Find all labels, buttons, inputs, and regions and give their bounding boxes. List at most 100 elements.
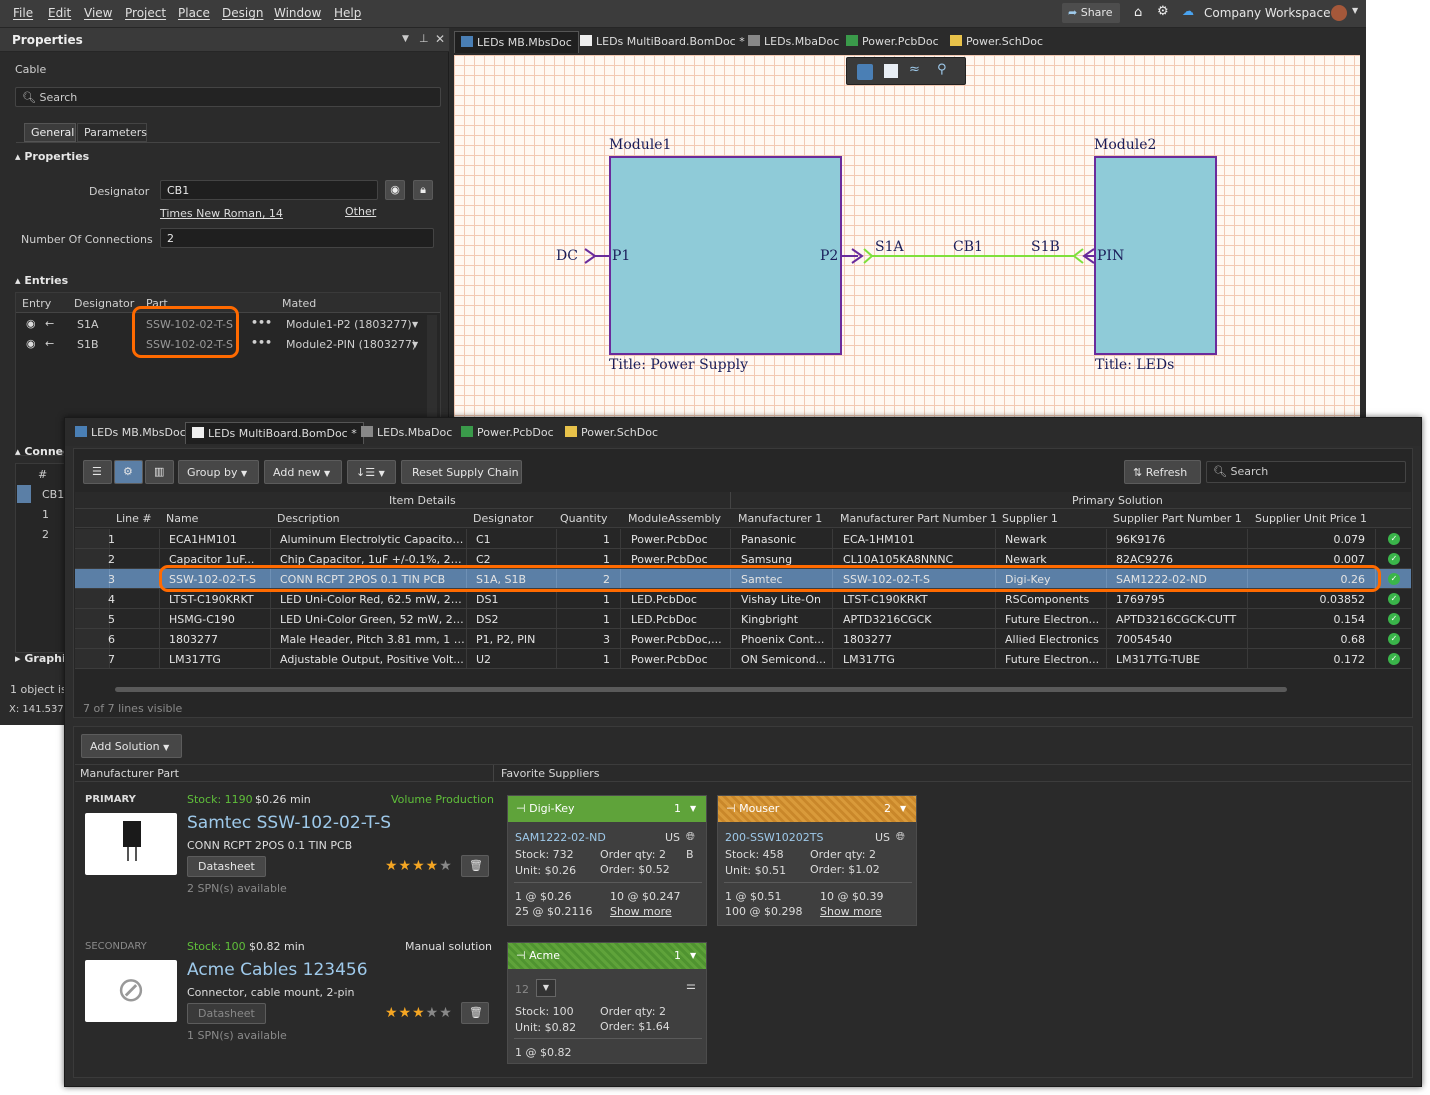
pin-icon[interactable]: ⊥	[419, 32, 429, 45]
show-more-link[interactable]: Show more	[820, 905, 882, 918]
section-properties-header[interactable]: ▴ Properties	[15, 150, 89, 163]
col-supplier[interactable]: Supplier 1	[1002, 512, 1058, 525]
trash-icon[interactable]: 🗑︎	[461, 1002, 489, 1024]
font-link[interactable]: Times New Roman, 14	[160, 207, 283, 220]
tab-mba[interactable]: LEDs.MbaDoc	[742, 31, 845, 53]
col-module-assembly[interactable]: ModuleAssembly	[628, 512, 721, 525]
table-row[interactable]: 4 LTST-C190KRKT LED Uni-Color Red, 62.5 mW…	[75, 589, 1411, 609]
gear-icon[interactable]: ⚙	[1157, 4, 1169, 19]
tab-mbs[interactable]: LEDs MB.MbsDoc	[69, 422, 192, 444]
supplier-card-digikey[interactable]: ⊣ Digi-Key 1 ▼ SAM1222-02-ND US 🌐︎ Stock…	[507, 795, 707, 926]
supplier-part-number[interactable]: 200-SSW10202TS	[725, 831, 824, 844]
close-icon[interactable]: ✕	[435, 32, 445, 46]
menu-design[interactable]: Design	[222, 6, 263, 20]
lock-icon[interactable]: 🔒︎	[413, 180, 433, 200]
chevron-down-icon[interactable]: ▼	[690, 951, 696, 960]
col-quantity[interactable]: Quantity	[560, 512, 608, 525]
rating-stars[interactable]: ★★★★★	[385, 858, 453, 874]
chevron-down-icon[interactable]: ▼	[412, 340, 418, 349]
home-icon[interactable]: ⌂	[1134, 5, 1142, 20]
supplier-part-number[interactable]: SAM1222-02-ND	[515, 831, 606, 844]
table-row[interactable]: 6 1803277 Male Header, Pitch 3.81 mm, 1 x.…	[75, 629, 1411, 649]
refresh-button[interactable]: ⇅ Refresh	[1124, 460, 1201, 484]
menu-help[interactable]: Help	[334, 6, 361, 20]
chevron-down-icon[interactable]: ▼	[1352, 6, 1358, 15]
chevron-down-icon[interactable]: ▼	[690, 804, 696, 813]
cable-cb1[interactable]	[863, 248, 1084, 264]
eye-icon[interactable]: ◉	[26, 317, 36, 330]
add-new-button[interactable]: Add new ▼	[264, 460, 342, 484]
menu-edit[interactable]: Edit	[48, 6, 71, 20]
menu-file[interactable]: File	[13, 6, 33, 20]
tab-general[interactable]: General	[24, 123, 76, 142]
part-title[interactable]: Acme Cables 123456	[187, 960, 368, 980]
group-by-button[interactable]: Group by ▼	[178, 460, 259, 484]
tab-bom[interactable]: LEDs MultiBoard.BomDoc *	[574, 31, 751, 53]
sort-icon[interactable]: ↓☰ ▼	[347, 460, 396, 484]
chevron-down-icon[interactable]: ▼	[412, 320, 418, 329]
section-connections-header[interactable]: ▴ Connec	[15, 445, 70, 458]
chart-view-icon[interactable]: ▥	[145, 460, 174, 484]
bom-search-input[interactable]: 🔍︎ Search	[1206, 461, 1406, 483]
chevron-down-icon[interactable]: ▼	[900, 804, 906, 813]
reset-supply-chain-button[interactable]: Reset Supply Chain	[401, 460, 522, 484]
other-link[interactable]: Other	[345, 205, 376, 218]
entry-mated[interactable]: Module2-PIN (1803277)	[286, 338, 416, 351]
trash-icon[interactable]: 🗑︎	[461, 855, 489, 877]
col-unit-price[interactable]: Supplier Unit Price 1	[1255, 512, 1367, 525]
menu-project[interactable]: Project	[125, 6, 166, 20]
rating-stars[interactable]: ★★★★★	[385, 1005, 453, 1021]
eye-icon[interactable]: ◉	[26, 337, 36, 350]
tab-bom[interactable]: LEDs MultiBoard.BomDoc *	[185, 422, 364, 444]
table-row[interactable]: 5 HSMG-C190 LED Uni-Color Green, 52 mW, 20…	[75, 609, 1411, 629]
tab-parameters[interactable]: Parameters	[77, 123, 147, 142]
workspace-name[interactable]: Company Workspace	[1204, 6, 1331, 20]
row-selector[interactable]	[17, 485, 31, 503]
tab-mbs[interactable]: LEDs MB.MbsDoc	[454, 31, 579, 53]
panel-menu-icon[interactable]: ▼	[402, 34, 409, 44]
horizontal-scrollbar[interactable]	[115, 687, 1287, 692]
tab-sch[interactable]: Power.SchDoc	[944, 31, 1049, 53]
connection-row[interactable]: 2	[42, 528, 49, 541]
connection-cable[interactable]: CB1	[42, 488, 64, 501]
more-icon[interactable]: •••	[251, 336, 272, 349]
connections-field[interactable]: 2	[160, 228, 434, 248]
tab-mba[interactable]: LEDs.MbaDoc	[355, 422, 458, 444]
share-button[interactable]: ➦ Share	[1062, 3, 1120, 23]
tab-sch[interactable]: Power.SchDoc	[559, 422, 664, 444]
table-row[interactable]: 1 ECA1HM101 Aluminum Electrolytic Capacito…	[75, 529, 1411, 549]
tab-pcb[interactable]: Power.PcbDoc	[455, 422, 560, 444]
avatar[interactable]	[1331, 5, 1347, 21]
menu-view[interactable]: View	[84, 6, 112, 20]
connection-row[interactable]: 1	[42, 508, 49, 521]
more-icon[interactable]: •••	[251, 316, 272, 329]
show-more-link[interactable]: Show more	[610, 905, 672, 918]
section-entries-header[interactable]: ▴ Entries	[15, 274, 68, 287]
list-view-icon[interactable]: ☰	[83, 460, 112, 484]
add-solution-button[interactable]: Add Solution ▼	[81, 734, 182, 758]
quantity-dropdown[interactable]: ▼	[536, 979, 556, 997]
properties-search[interactable]: 🔍︎ Search	[15, 87, 441, 107]
col-description[interactable]: Description	[277, 512, 340, 525]
table-row[interactable]: 7 LM317TG Adjustable Output, Positive Volt…	[75, 649, 1411, 669]
col-name[interactable]: Name	[166, 512, 198, 525]
col-line[interactable]: Line #	[116, 512, 152, 525]
col-spn[interactable]: Supplier Part Number 1	[1113, 512, 1242, 525]
col-designator[interactable]: Designator	[473, 512, 533, 525]
col-mpn[interactable]: Manufacturer Part Number 1	[840, 512, 997, 525]
tab-pcb[interactable]: Power.PcbDoc	[840, 31, 945, 53]
col-manufacturer[interactable]: Manufacturer 1	[738, 512, 822, 525]
menu-place[interactable]: Place	[178, 6, 210, 20]
part-title[interactable]: Samtec SSW-102-02-T-S	[187, 813, 391, 833]
menu-window[interactable]: Window	[274, 6, 321, 20]
eye-icon[interactable]: ◉	[385, 180, 405, 200]
datasheet-button[interactable]: Datasheet	[187, 856, 266, 877]
supplier-card-mouser[interactable]: ⊣ Mouser 2 ▼ 200-SSW10202TS US 🌐︎ Stock:…	[717, 795, 917, 926]
entry-mated[interactable]: Module1-P2 (1803277)	[286, 318, 412, 331]
designator-field[interactable]: CB1	[160, 180, 378, 200]
quantity-value[interactable]: 12	[515, 983, 529, 996]
tree-view-icon[interactable]: ⚙	[114, 460, 143, 484]
settings-icon[interactable]: ⚌	[686, 979, 696, 992]
datasheet-button[interactable]: Datasheet	[187, 1003, 266, 1024]
supplier-card-acme[interactable]: ⊣ Acme 1 ▼ 12 ▼ ⚌ Stock: 100 Order qty: …	[507, 942, 707, 1064]
